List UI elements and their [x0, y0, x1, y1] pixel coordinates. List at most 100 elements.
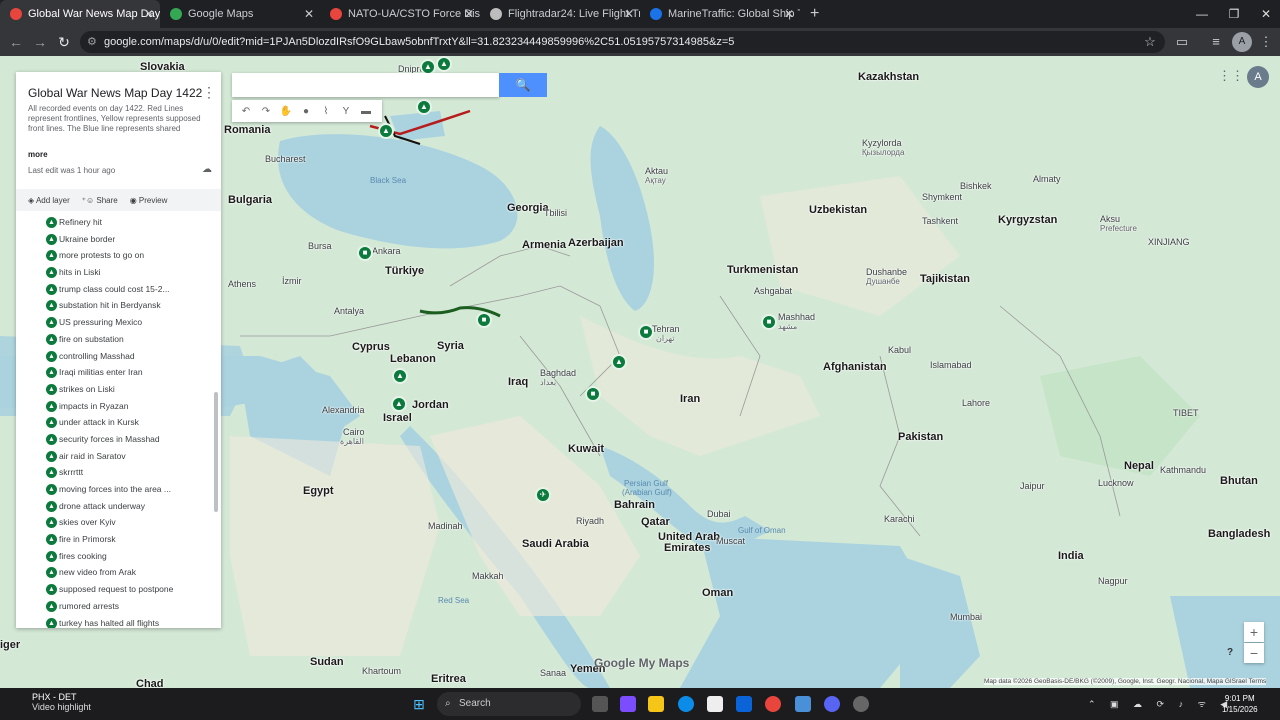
event-marker[interactable]: ▲ [392, 368, 408, 384]
panel-scrollbar[interactable] [214, 392, 218, 512]
layer-item[interactable]: ▲ skies over Kyiv [16, 514, 216, 531]
layer-item[interactable]: ▲ fire in Primorsk [16, 531, 216, 548]
tab-google-maps[interactable]: Google Maps ✕ [160, 0, 320, 28]
layer-item[interactable]: ▲ turkey has halted all flights [16, 615, 216, 628]
layer-item[interactable]: ▲ hits in Liski [16, 264, 216, 281]
event-marker[interactable]: ■ [476, 312, 492, 328]
search-button[interactable]: 🔍 [499, 73, 547, 97]
app-icon[interactable] [795, 696, 811, 712]
event-marker[interactable]: ▲ [436, 56, 452, 72]
event-marker[interactable]: ■ [638, 324, 654, 340]
bookmark-star-icon[interactable]: ☆ [1140, 32, 1160, 52]
event-marker[interactable]: ■ [585, 386, 601, 402]
layer-item[interactable]: ▲ trump class could cost 15-2... [16, 281, 216, 298]
close-icon[interactable]: ✕ [144, 0, 154, 28]
map-canvas[interactable]: Slovakia Romania Bucharest Bulgaria Blac… [0, 56, 1280, 688]
minimize-button[interactable]: — [1186, 0, 1218, 28]
event-marker[interactable]: ▲ [416, 99, 432, 115]
draw-line-icon[interactable]: ⌇ [316, 106, 336, 117]
layer-item[interactable]: ▲ under attack in Kursk [16, 414, 216, 431]
tab-flightradar24[interactable]: Flightradar24: Live Flight Track ✕ [480, 0, 640, 28]
clock[interactable]: 9:01 PM 1/15/2026 [1222, 693, 1258, 715]
ruler-icon[interactable]: ▬ [356, 106, 376, 117]
event-marker[interactable]: ■ [761, 314, 777, 330]
map-label: Cairo [343, 427, 365, 437]
store-icon[interactable] [707, 696, 723, 712]
layer-item[interactable]: ▲ air raid in Saratov [16, 448, 216, 465]
chrome-icon[interactable] [765, 696, 781, 712]
layer-item[interactable]: ▲ supposed request to postpone [16, 581, 216, 598]
windows-start-icon[interactable]: ⊞ [410, 695, 428, 713]
layer-item[interactable]: ▲ moving forces into the area ... [16, 481, 216, 498]
reload-button[interactable]: ↻ [54, 32, 74, 52]
event-marker[interactable]: ▲ [611, 354, 627, 370]
layer-item[interactable]: ▲ Ukraine border [16, 231, 216, 248]
event-marker[interactable]: ▲ [391, 396, 407, 412]
site-info-icon[interactable]: ⚙ [87, 31, 97, 53]
add-layer-button[interactable]: ◈ Add layer [28, 196, 70, 205]
map-title[interactable]: Global War News Map Day 1422 [28, 86, 202, 100]
discord-icon[interactable] [824, 696, 840, 712]
layer-item[interactable]: ▲ more protests to go on [16, 247, 216, 264]
layer-item[interactable]: ▲ skrrrttt [16, 464, 216, 481]
layer-item[interactable]: ▲ security forces in Masshad [16, 431, 216, 448]
tab-global-war-map[interactable]: Global War News Map Day 142 ✕ [0, 0, 160, 28]
layer-item[interactable]: ▲ impacts in Ryazan [16, 398, 216, 415]
layer-item[interactable]: ▲ drone attack underway [16, 498, 216, 515]
close-icon[interactable]: ✕ [784, 0, 794, 28]
map-search-input[interactable] [232, 73, 499, 97]
event-marker[interactable]: ■ [357, 245, 373, 261]
tab-marinetraffic[interactable]: MarineTraffic: Global Ship Track ✕ [640, 0, 800, 28]
event-marker[interactable]: ✈ [535, 487, 551, 503]
steam-icon[interactable] [853, 696, 869, 712]
redo-icon[interactable]: ↷ [256, 106, 276, 117]
help-icon[interactable]: ? [1222, 647, 1238, 663]
preview-button[interactable]: ◉ Preview [130, 196, 168, 205]
copilot-icon[interactable] [620, 696, 636, 712]
account-avatar[interactable]: A [1247, 66, 1269, 88]
map-label: India [1058, 550, 1084, 562]
zoom-in-button[interactable]: + [1244, 622, 1264, 642]
close-icon[interactable]: ✕ [304, 0, 314, 28]
back-button[interactable]: ← [6, 32, 26, 52]
reading-list-icon[interactable]: ≡ [1206, 32, 1226, 52]
layer-item[interactable]: ▲ rumored arrests [16, 598, 216, 615]
layer-item[interactable]: ▲ strikes on Liski [16, 381, 216, 398]
profile-avatar[interactable]: A [1232, 32, 1252, 52]
event-marker[interactable]: ▲ [378, 123, 394, 139]
zoom-out-button[interactable]: − [1244, 643, 1264, 663]
kebab-menu-icon[interactable]: ⋮ [202, 84, 216, 101]
close-icon[interactable]: ✕ [464, 0, 474, 28]
widget-highlight[interactable]: PHX - DET Video highlight [16, 692, 91, 712]
layer-item[interactable]: ▲ substation hit in Berdyansk [16, 297, 216, 314]
layer-item[interactable]: ▲ new video from Arak [16, 564, 216, 581]
system-tray[interactable]: ⌃ ▣ ☁ ⟳ ♪ ᯤ ◀ [1088, 697, 1233, 710]
more-link[interactable]: more [28, 150, 48, 159]
layer-item[interactable]: ▲ fires cooking [16, 548, 216, 565]
layer-item[interactable]: ▲ Iraqi militias enter Iran [16, 364, 216, 381]
directions-icon[interactable]: Y [336, 106, 356, 117]
marker-tool-icon[interactable]: ● [296, 106, 316, 117]
file-explorer-icon[interactable] [648, 696, 664, 712]
layer-item[interactable]: ▲ US pressuring Mexico [16, 314, 216, 331]
close-icon[interactable]: ✕ [624, 0, 634, 28]
url-input[interactable]: ⚙ google.com/maps/d/u/0/edit?mid=1PJAn5D… [80, 31, 1165, 53]
layer-item[interactable]: ▲ controlling Masshad [16, 348, 216, 365]
window-close-button[interactable]: ✕ [1250, 0, 1280, 28]
maximize-button[interactable]: ❐ [1218, 0, 1250, 28]
mail-icon[interactable] [736, 696, 752, 712]
tab-nato-csto[interactable]: NATO-UA/CSTO Force Dispositi ✕ [320, 0, 480, 28]
edge-icon[interactable] [678, 696, 694, 712]
forward-button[interactable]: → [30, 32, 50, 52]
undo-icon[interactable]: ↶ [236, 106, 256, 117]
kebab-menu-icon[interactable]: ⋮ [1256, 32, 1276, 52]
taskbar-search[interactable]: ⌕ Search [437, 692, 581, 716]
task-view-icon[interactable] [592, 696, 608, 712]
share-button[interactable]: ⁺☺ Share [82, 196, 118, 205]
new-tab-button[interactable]: + [800, 0, 829, 28]
cast-icon[interactable]: ▭ [1172, 32, 1192, 52]
layer-item[interactable]: ▲ Refinery hit [16, 214, 216, 231]
layer-item[interactable]: ▲ fire on substation [16, 331, 216, 348]
hand-icon[interactable]: ✋ [276, 106, 296, 117]
map-label: Қызылорда [862, 148, 905, 157]
